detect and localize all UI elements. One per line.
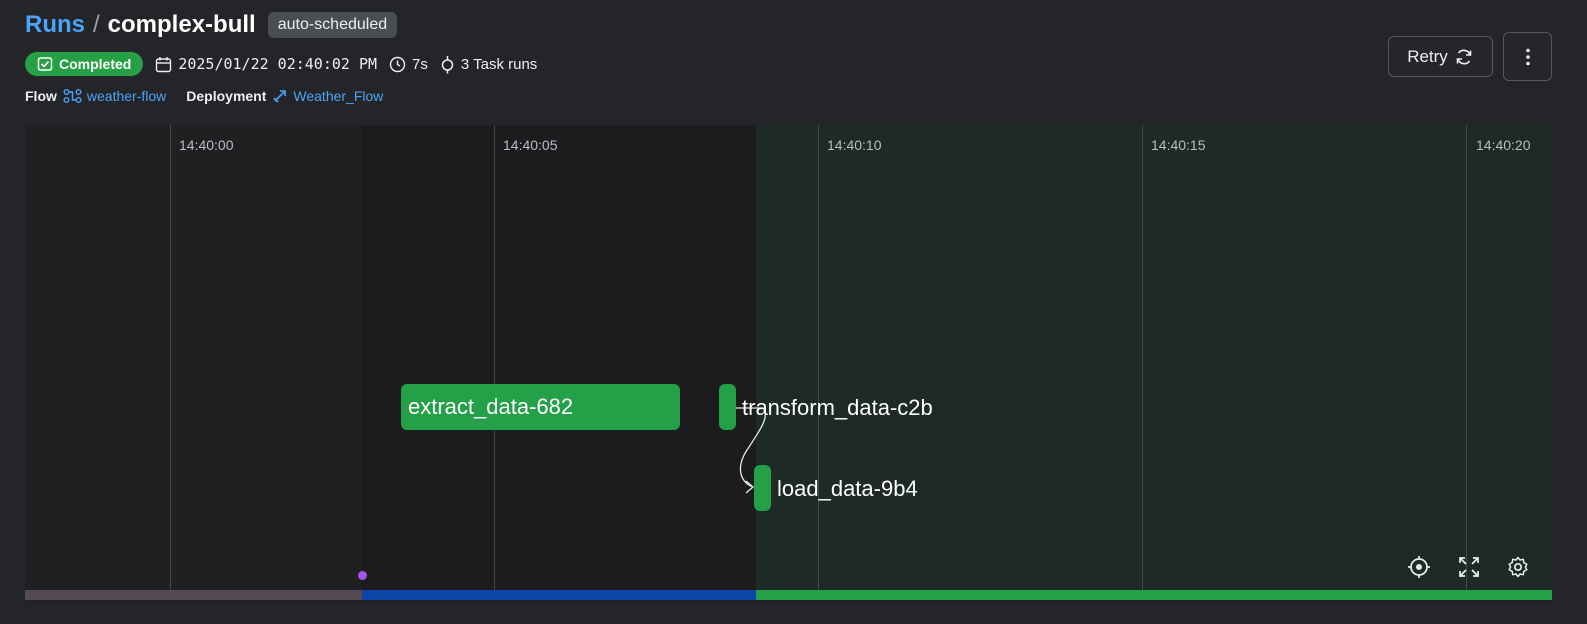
fullscreen-icon xyxy=(1459,557,1479,577)
flow-link[interactable]: weather-flow xyxy=(63,88,166,104)
retry-button[interactable]: Retry xyxy=(1388,36,1493,77)
tag-badge: auto-scheduled xyxy=(267,12,398,38)
duration: 7s xyxy=(389,56,428,73)
task-label: load_data-9b4 xyxy=(777,476,918,501)
flow-icon xyxy=(63,89,82,103)
task-run-icon xyxy=(441,55,454,73)
task-bar-extract[interactable]: extract_data-682 xyxy=(401,384,680,430)
pending-zone xyxy=(25,125,362,590)
clock-icon xyxy=(389,56,406,72)
time-tick-label: 14:40:15 xyxy=(1151,137,1206,153)
running-zone xyxy=(362,125,756,590)
deployment-icon xyxy=(273,90,287,103)
time-tick-label: 14:40:20 xyxy=(1476,137,1531,153)
gridline xyxy=(1142,125,1143,590)
state-label: Completed xyxy=(59,56,132,72)
task-runs-count: 3 Task runs xyxy=(440,55,537,74)
completed-zone xyxy=(756,125,1552,590)
flow-label: Flow xyxy=(25,88,57,104)
state-badge: Completed xyxy=(25,52,144,76)
calendar-icon xyxy=(156,56,172,72)
task-label: extract_data-682 xyxy=(408,394,574,419)
more-actions-button[interactable] xyxy=(1503,32,1552,81)
recenter-icon xyxy=(1408,556,1430,578)
fullscreen-button[interactable] xyxy=(1455,553,1483,581)
event-marker[interactable] xyxy=(358,571,367,580)
check-square-icon xyxy=(37,57,53,71)
timeline-settings-button[interactable] xyxy=(1504,553,1532,581)
breadcrumb: Runs / complex-bull auto-scheduled xyxy=(25,9,398,41)
state-strip-completed xyxy=(756,590,1552,600)
task-label: transform_data-c2b xyxy=(742,395,933,420)
flow-run-timeline[interactable]: 14:40:00 14:40:05 14:40:10 14:40:15 14:4… xyxy=(25,125,1552,601)
time-tick-label: 14:40:05 xyxy=(503,137,558,153)
task-bar-transform[interactable] xyxy=(719,384,736,430)
gridline xyxy=(818,125,819,590)
settings-icon xyxy=(1508,556,1528,578)
time-tick-label: 14:40:10 xyxy=(827,137,882,153)
deployment-label: Deployment xyxy=(186,88,267,104)
start-time-value: 2025/01/22 02:40:02 PM xyxy=(178,55,378,73)
state-strip-running xyxy=(362,590,756,600)
deployment-name: Weather_Flow xyxy=(293,88,384,104)
start-time: 2025/01/22 02:40:02 PM xyxy=(155,55,377,73)
duration-value: 7s xyxy=(412,55,428,73)
breadcrumb-runs-link[interactable]: Runs xyxy=(25,11,85,39)
flow-name: weather-flow xyxy=(86,88,167,104)
task-bar-load[interactable] xyxy=(754,465,771,511)
gridline xyxy=(1466,125,1467,590)
refresh-icon xyxy=(1456,49,1472,64)
gridline xyxy=(170,125,171,590)
retry-label: Retry xyxy=(1407,46,1448,66)
page-title: complex-bull xyxy=(107,11,256,38)
state-strip-pending xyxy=(25,590,362,600)
deployment-link[interactable]: Weather_Flow xyxy=(272,88,383,104)
task-runs-value: 3 Task runs xyxy=(460,55,538,73)
run-meta: Completed 2025/01/22 02:40:02 PM 7s 3 Ta… xyxy=(25,52,537,76)
run-relations: Flow weather-flow Deployment Weather_Flo… xyxy=(25,86,403,106)
more-vertical-icon xyxy=(1525,48,1530,65)
time-tick-label: 14:40:00 xyxy=(179,137,234,153)
breadcrumb-separator: / xyxy=(93,11,100,38)
recenter-button[interactable] xyxy=(1405,553,1433,581)
gridline xyxy=(494,125,495,590)
